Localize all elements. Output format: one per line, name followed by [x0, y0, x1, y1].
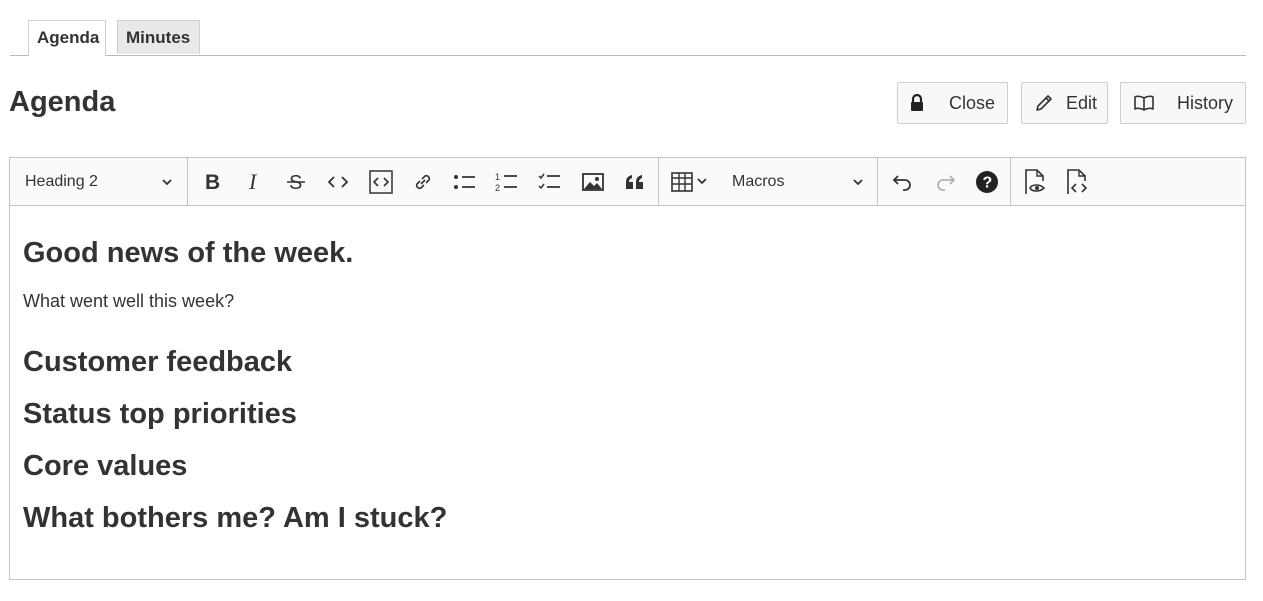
bold-icon: B [202, 171, 222, 193]
pencil-icon [1034, 93, 1054, 113]
bulleted-list-icon [453, 172, 477, 192]
book-icon [1133, 94, 1155, 112]
blockquote-button[interactable] [622, 169, 648, 195]
source-icon [1066, 169, 1090, 195]
rich-text-editor: Heading 2 B I S 1 2 Macros ? Good news o… [9, 157, 1246, 580]
table-icon [671, 172, 713, 192]
macros-select-value: Macros [732, 173, 785, 190]
heading-status-top-priorities: Status top priorities [23, 398, 297, 430]
close-button[interactable]: Close [897, 82, 1008, 124]
heading-customer-feedback: Customer feedback [23, 346, 293, 378]
chevron-down-icon [161, 175, 173, 193]
tab-minutes[interactable]: Minutes [117, 20, 200, 54]
heading-select[interactable]: Heading 2 [25, 158, 173, 206]
numbered-list-button[interactable]: 12 [494, 169, 520, 195]
strikethrough-icon: S [285, 171, 307, 193]
tab-agenda[interactable]: Agenda [28, 20, 106, 56]
table-button[interactable] [670, 169, 714, 195]
svg-text:?: ? [983, 175, 993, 192]
svg-text:I: I [248, 171, 258, 193]
svg-text:1: 1 [495, 172, 500, 182]
undo-button[interactable] [890, 169, 916, 195]
heading-good-news: Good news of the week. [23, 237, 354, 269]
source-button[interactable] [1065, 169, 1091, 195]
page-title: Agenda [9, 86, 116, 118]
code-block-button[interactable] [368, 169, 394, 195]
bold-button[interactable]: B [199, 169, 225, 195]
link-icon [412, 171, 434, 193]
edit-button-label: Edit [1066, 92, 1098, 113]
macros-select[interactable]: Macros [732, 158, 864, 206]
italic-button[interactable]: I [241, 169, 267, 195]
svg-text:B: B [205, 171, 220, 193]
code-icon [327, 174, 349, 190]
heading-select-value: Heading 2 [25, 173, 98, 190]
undo-icon [892, 173, 914, 191]
help-icon: ? [975, 170, 999, 194]
preview-icon [1024, 169, 1046, 195]
numbered-list-icon: 12 [495, 171, 519, 193]
preview-button[interactable] [1022, 169, 1048, 195]
tab-bar: Agenda Minutes [10, 20, 1246, 56]
redo-button[interactable] [932, 169, 958, 195]
paragraph-what-went-well: What went well this week? [23, 291, 235, 311]
chevron-down-icon [852, 175, 864, 193]
code-button[interactable] [325, 169, 351, 195]
redo-icon [934, 173, 956, 191]
italic-icon: I [244, 171, 264, 193]
help-button[interactable]: ? [974, 169, 1000, 195]
lock-icon [910, 94, 924, 112]
history-button[interactable]: History [1120, 82, 1246, 124]
edit-button[interactable]: Edit [1021, 82, 1108, 124]
todo-list-button[interactable] [537, 169, 563, 195]
heading-core-values: Core values [23, 450, 188, 482]
link-button[interactable] [410, 169, 436, 195]
strikethrough-button[interactable]: S [283, 169, 309, 195]
heading-what-bothers-me: What bothers me? Am I stuck? [23, 502, 448, 534]
svg-text:2: 2 [495, 183, 500, 193]
todo-list-icon [538, 171, 562, 193]
editor-toolbar: Heading 2 B I S 1 2 Macros ? [10, 158, 1245, 206]
blockquote-icon [624, 173, 646, 191]
image-icon [582, 172, 604, 192]
close-button-label: Close [948, 92, 995, 113]
image-button[interactable] [580, 169, 606, 195]
bulleted-list-button[interactable] [452, 169, 478, 195]
code-block-icon [369, 170, 393, 194]
history-button-label: History [1176, 92, 1233, 113]
